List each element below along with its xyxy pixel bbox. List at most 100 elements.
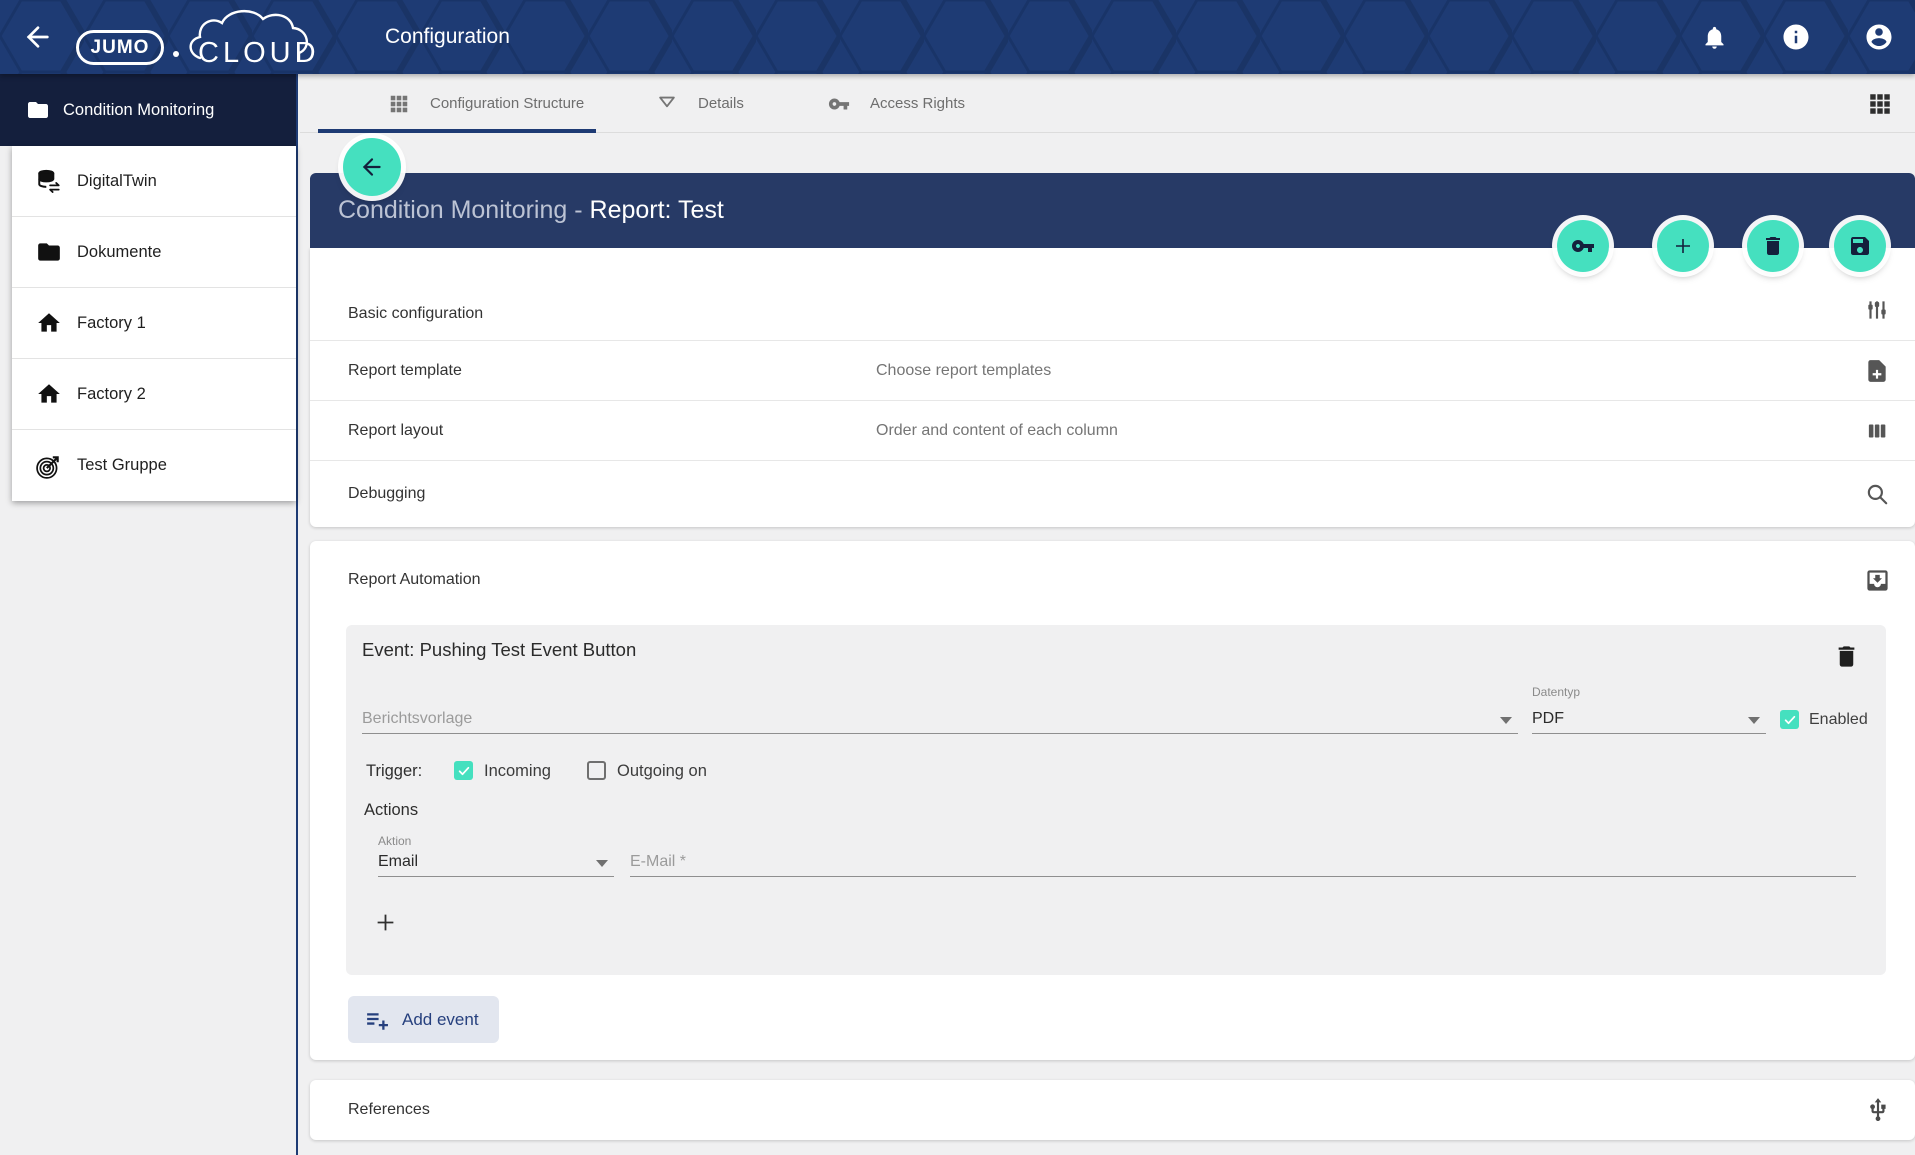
search-icon[interactable] [1864, 481, 1890, 507]
apps-grid-icon[interactable] [1867, 91, 1893, 117]
sidebar-item-label: DigitalTwin [77, 172, 157, 191]
chevron-down-icon [1500, 717, 1512, 724]
page-header-main: Report: Test [590, 196, 724, 224]
outgoing-label: Outgoing on [617, 762, 707, 781]
references-title: References [348, 1101, 430, 1119]
trash-icon [1761, 234, 1785, 258]
sidebar-item-test-gruppe[interactable]: Test Gruppe [12, 430, 296, 501]
datentyp-label: Datentyp [1532, 685, 1580, 699]
report-automation-title: Report Automation [348, 571, 481, 589]
sidebar: Condition Monitoring DigitalTwin [0, 74, 298, 1155]
target-icon [36, 453, 62, 479]
enabled-label: Enabled [1809, 711, 1868, 729]
sidebar-item-label: Test Gruppe [77, 456, 167, 475]
home-icon [36, 310, 62, 336]
sidebar-item-label: Factory 2 [77, 385, 146, 404]
email-input[interactable]: E-Mail * [630, 853, 1856, 877]
row-hint: Choose report templates [876, 362, 1051, 380]
back-arrow-icon [359, 154, 385, 180]
event-title: Event: Pushing Test Event Button [362, 639, 636, 661]
configuration-card: Condition Monitoring - Report: Test Basi… [310, 173, 1915, 527]
main-content: Configuration Structure Details Access R… [300, 74, 1915, 1155]
playlist-add-icon [364, 1007, 389, 1032]
access-key-fab-button[interactable] [1557, 220, 1609, 272]
incoming-checkbox[interactable] [454, 761, 473, 780]
row-report-template[interactable]: Report template Choose report templates [310, 341, 1915, 401]
datentyp-value: PDF [1532, 710, 1564, 727]
sidebar-children-card: DigitalTwin Dokumente Factory 1 Factory … [12, 146, 296, 501]
event-card: Event: Pushing Test Event Button Bericht… [346, 625, 1886, 975]
actions-label: Actions [364, 801, 418, 820]
save-icon [1848, 234, 1872, 258]
sidebar-item-dokumente[interactable]: Dokumente [12, 217, 296, 288]
app-root: JUMO CLOUD Configuration [0, 0, 1915, 1155]
tabbar: Configuration Structure Details Access R… [300, 74, 1915, 133]
tab-access-rights[interactable]: Access Rights [828, 74, 965, 133]
digital-twin-database-icon [36, 168, 62, 194]
move-to-inbox-icon[interactable] [1864, 567, 1891, 594]
active-tab-indicator [318, 129, 596, 133]
back-arrow-icon[interactable] [22, 21, 54, 53]
sidebar-item-condition-monitoring[interactable]: Condition Monitoring [0, 74, 296, 146]
delete-fab-button[interactable] [1747, 220, 1799, 272]
usb-icon[interactable] [1865, 1097, 1891, 1123]
note-add-icon[interactable] [1864, 358, 1890, 384]
filter-icon [656, 93, 678, 115]
sidebar-item-digitaltwin[interactable]: DigitalTwin [12, 146, 296, 217]
berichtsvorlage-placeholder: Berichtsvorlage [362, 710, 472, 727]
jumo-brand-badge: JUMO [76, 30, 164, 65]
grid-icon [388, 93, 410, 115]
tab-label: Access Rights [870, 95, 965, 112]
sidebar-item-factory-2[interactable]: Factory 2 [12, 359, 296, 430]
page-title: Configuration [385, 0, 510, 74]
berichtsvorlage-select[interactable]: Berichtsvorlage [362, 710, 1518, 734]
tab-label: Configuration Structure [430, 95, 584, 112]
home-icon [36, 381, 62, 407]
tab-details[interactable]: Details [656, 74, 744, 133]
incoming-label: Incoming [484, 762, 551, 781]
aktion-value: Email [378, 853, 418, 870]
row-label: Report template [348, 362, 462, 380]
aktion-select[interactable]: Email [378, 853, 614, 877]
datentyp-select[interactable]: PDF [1532, 710, 1766, 734]
page-header-context: Condition Monitoring - [338, 196, 590, 224]
row-label: Basic configuration [348, 305, 483, 323]
references-card[interactable]: References [310, 1080, 1915, 1140]
back-fab-button[interactable] [343, 138, 401, 196]
key-icon [1571, 234, 1595, 258]
email-placeholder: E-Mail * [630, 853, 686, 870]
tab-label: Details [698, 95, 744, 112]
row-report-layout[interactable]: Report layout Order and content of each … [310, 401, 1915, 461]
row-label: Debugging [348, 485, 425, 503]
info-icon[interactable] [1781, 22, 1811, 52]
logo-dot [173, 51, 179, 57]
save-fab-button[interactable] [1834, 220, 1886, 272]
row-debugging[interactable]: Debugging [310, 461, 1915, 527]
trigger-label: Trigger: [366, 762, 422, 781]
folder-icon [26, 98, 50, 122]
row-label: Report layout [348, 422, 443, 440]
check-icon [1783, 713, 1797, 727]
basic-configuration-rows: Basic configuration Report template Choo… [310, 248, 1915, 527]
row-hint: Order and content of each column [876, 422, 1118, 440]
tab-configuration-structure[interactable]: Configuration Structure [388, 74, 584, 133]
sidebar-root-label: Condition Monitoring [63, 101, 214, 120]
delete-event-trash-icon[interactable] [1833, 643, 1860, 670]
account-icon[interactable] [1864, 22, 1894, 52]
outgoing-checkbox[interactable] [587, 761, 606, 780]
check-icon [457, 764, 471, 778]
folder-icon [36, 239, 62, 265]
key-icon [828, 93, 850, 115]
add-event-button[interactable]: Add event [348, 996, 499, 1043]
report-automation-card: Report Automation Event: Pushing Test Ev… [310, 541, 1915, 1060]
svg-text:CLOUD: CLOUD [198, 37, 320, 69]
add-fab-button[interactable] [1657, 220, 1709, 272]
notifications-bell-icon[interactable] [1701, 24, 1728, 51]
sliders-icon[interactable] [1864, 297, 1890, 323]
add-action-plus-icon[interactable] [372, 909, 399, 936]
sidebar-item-factory-1[interactable]: Factory 1 [12, 288, 296, 359]
columns-icon[interactable] [1864, 418, 1890, 444]
enabled-checkbox[interactable] [1780, 710, 1799, 729]
chevron-down-icon [596, 860, 608, 867]
page-header-title: Condition Monitoring - Report: Test [338, 173, 724, 248]
